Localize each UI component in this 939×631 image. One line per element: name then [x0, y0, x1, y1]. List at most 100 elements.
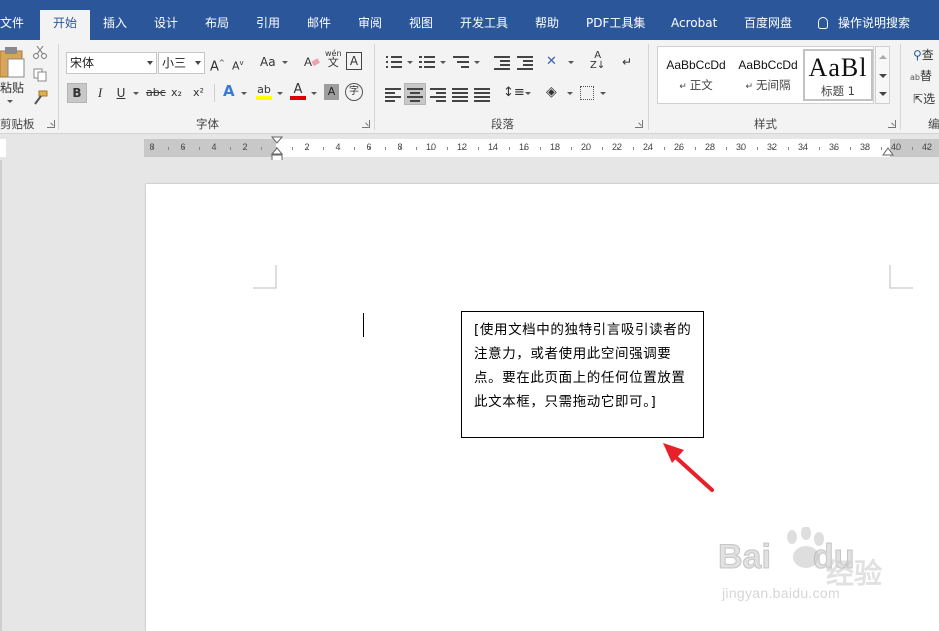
highlight-button[interactable]: ab — [256, 81, 272, 100]
bold-button[interactable]: B — [67, 83, 87, 103]
tell-me-search[interactable]: 操作说明搜索 — [818, 10, 910, 38]
paragraph-launcher-icon[interactable] — [635, 120, 643, 128]
group-divider — [374, 44, 375, 130]
tab-file[interactable]: 文件 — [0, 10, 24, 40]
line-spacing-icon[interactable]: ↕≡ — [503, 84, 525, 102]
font-color-icon: A — [293, 82, 303, 97]
align-left-icon[interactable] — [385, 87, 401, 102]
tab-selector[interactable] — [0, 139, 6, 157]
align-right-icon[interactable] — [430, 87, 446, 102]
clear-formatting-icon[interactable]: A — [304, 53, 320, 69]
tab-baidu-disk[interactable]: 百度网盘 — [744, 10, 792, 40]
change-case-button[interactable]: Aa — [260, 53, 276, 71]
superscript-button[interactable]: x² — [193, 84, 204, 102]
text-effects-button[interactable]: A — [223, 82, 235, 100]
tab-developer[interactable]: 开发工具 — [460, 10, 508, 40]
cut-icon[interactable] — [33, 45, 47, 59]
underline-button[interactable]: U — [114, 84, 128, 102]
shrink-font-button[interactable]: Av — [232, 54, 244, 76]
tab-pdf-tools[interactable]: PDF工具集 — [586, 10, 645, 40]
numbering-icon[interactable] — [419, 55, 435, 69]
increase-indent-icon[interactable] — [517, 55, 533, 70]
scroll-up-icon[interactable] — [879, 55, 887, 59]
underline-dropdown-icon[interactable] — [133, 92, 139, 95]
paste-button[interactable]: 粘贴 — [0, 79, 24, 97]
sort-icon[interactable]: A Z↓ — [590, 51, 605, 71]
right-indent-icon[interactable] — [882, 146, 894, 156]
tab-home[interactable]: 开始 — [40, 10, 91, 40]
tab-references[interactable]: 引用 — [256, 10, 280, 40]
distributed-icon[interactable] — [474, 87, 490, 102]
styles-group-label: 样式 — [754, 117, 777, 131]
subscript-button[interactable]: x₂ — [171, 84, 182, 102]
justify-icon[interactable] — [452, 87, 468, 102]
scroll-down-icon[interactable] — [879, 74, 887, 78]
char-border-button[interactable]: A — [346, 52, 362, 70]
ruler-tick — [245, 147, 246, 150]
tab-mailings[interactable]: 邮件 — [307, 10, 331, 40]
tab-acrobat[interactable]: Acrobat — [671, 10, 717, 40]
chinese-layout-dropdown-icon[interactable] — [568, 61, 574, 64]
highlight-dropdown-icon[interactable] — [277, 92, 283, 95]
paste-icon[interactable] — [0, 45, 26, 79]
font-color-button[interactable]: A — [290, 81, 306, 100]
line-spacing-dropdown-icon[interactable] — [525, 92, 531, 95]
align-center-button[interactable] — [404, 83, 426, 105]
font-color-dropdown-icon[interactable] — [311, 92, 317, 95]
strikethrough-button[interactable]: abc — [146, 84, 166, 102]
chevron-down-icon[interactable] — [195, 61, 201, 65]
shading-icon[interactable]: ◈ — [546, 83, 557, 101]
tab-view[interactable]: 视图 — [409, 10, 433, 40]
ruler-tick — [338, 147, 339, 150]
find-button[interactable]: ⚲查 — [913, 46, 934, 64]
text-box-content[interactable]: [使用文档中的独特引言吸引读者的注意力，或者使用此空间强调要点。要在此页面上的任… — [474, 322, 691, 410]
show-marks-icon[interactable]: ↵ — [622, 53, 632, 71]
tab-design[interactable]: 设计 — [154, 10, 178, 40]
tab-insert[interactable]: 插入 — [103, 10, 127, 40]
style-no-spacing[interactable]: AaBbCcDd ↵ 无间隔 — [732, 49, 804, 101]
gallery-more-icon[interactable] — [879, 92, 887, 96]
borders-icon[interactable] — [580, 86, 594, 100]
horizontal-ruler[interactable]: 8642246810121416182022242628303234363840… — [144, 139, 939, 157]
quote-text-box[interactable]: [使用文档中的独特引言吸引读者的注意力，或者使用此空间强调要点。要在此页面上的任… — [461, 311, 704, 438]
replace-button[interactable]: ab替 — [910, 67, 932, 87]
text-effects-dropdown-icon[interactable] — [241, 92, 247, 95]
paste-dropdown-icon[interactable] — [7, 100, 13, 103]
grow-font-button[interactable]: A^ — [210, 54, 225, 76]
ruler-tick — [183, 147, 184, 150]
clipboard-launcher-icon[interactable] — [47, 120, 55, 128]
ruler-tick — [586, 147, 587, 150]
borders-dropdown-icon[interactable] — [600, 92, 606, 95]
multilevel-dropdown-icon[interactable] — [474, 61, 480, 64]
font-size-combo[interactable]: 小三 — [158, 52, 205, 74]
change-case-dropdown-icon[interactable] — [282, 61, 288, 64]
copy-icon[interactable] — [33, 68, 47, 82]
chinese-layout-icon[interactable]: ✕ — [546, 53, 557, 71]
multilevel-list-icon[interactable] — [453, 55, 469, 69]
char-shading-button[interactable]: A — [324, 84, 339, 100]
select-button[interactable]: ⇱选 — [913, 90, 935, 108]
bullets-dropdown-icon[interactable] — [407, 61, 413, 64]
decrease-indent-icon[interactable] — [494, 55, 510, 70]
format-painter-icon[interactable] — [32, 90, 48, 106]
ruler-tick — [400, 147, 401, 150]
bullets-icon[interactable] — [386, 55, 402, 69]
tab-layout[interactable]: 布局 — [205, 10, 229, 40]
font-launcher-icon[interactable] — [362, 120, 370, 128]
tab-help[interactable]: 帮助 — [535, 10, 559, 40]
styles-gallery-scroll[interactable] — [875, 46, 890, 104]
styles-launcher-icon[interactable] — [888, 120, 896, 128]
style-normal[interactable]: AaBbCcDd ↵ 正文 — [660, 49, 732, 101]
chevron-down-icon[interactable] — [147, 61, 153, 65]
italic-button[interactable]: I — [93, 84, 107, 102]
font-name-combo[interactable]: 宋体 — [66, 52, 157, 74]
style-heading-1[interactable]: AaBl 标题 1 — [803, 49, 873, 101]
tab-review[interactable]: 审阅 — [358, 10, 382, 40]
shading-dropdown-icon[interactable] — [567, 92, 573, 95]
replace-label: 替 — [919, 69, 932, 83]
enclose-characters-button[interactable]: 字 — [345, 83, 363, 101]
ruler-tick — [431, 147, 432, 150]
numbering-dropdown-icon[interactable] — [440, 61, 446, 64]
phonetic-guide-button[interactable]: wén 文 — [325, 49, 342, 68]
grow-font-icon: A — [210, 59, 219, 75]
